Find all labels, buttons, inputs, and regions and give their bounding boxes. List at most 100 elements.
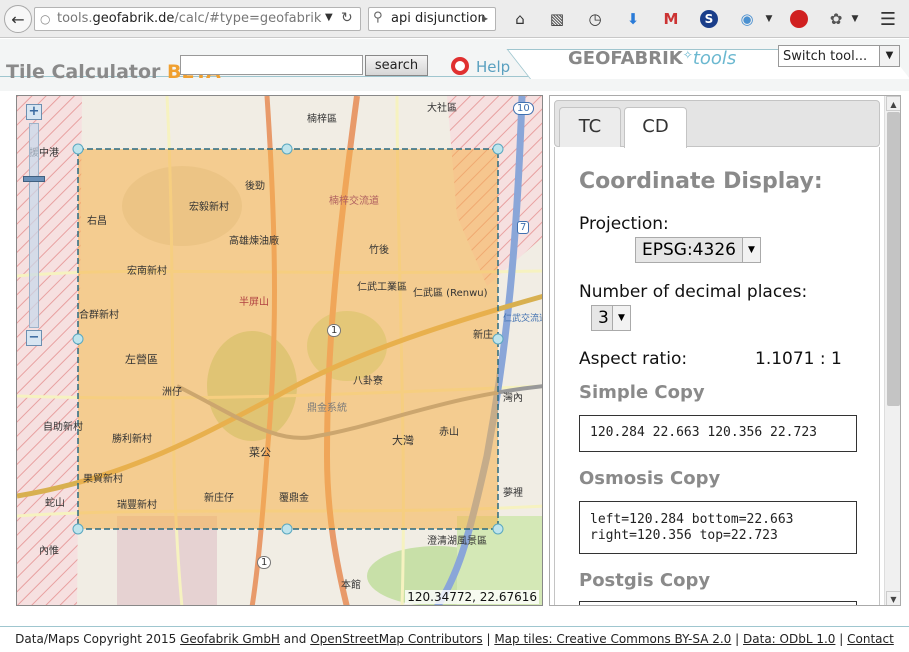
extension-menu-icon[interactable]: ▼ <box>763 6 775 32</box>
hamburger-menu-icon[interactable]: ☰ <box>877 6 899 32</box>
scroll-up-icon[interactable]: ▲ <box>886 96 900 111</box>
map-place-label: 內惟 <box>39 546 59 557</box>
data-license-link[interactable]: Data: ODbL 1.0 <box>743 632 835 646</box>
map-place-label: 灣內 <box>503 393 523 404</box>
map-place-label: 洲仔 <box>162 387 182 398</box>
history-icon[interactable]: ◷ <box>584 6 606 32</box>
switch-tool-select[interactable]: Switch tool... ▼ <box>778 45 900 67</box>
map-tiles-license-link[interactable]: Map tiles: Creative Commons BY-SA 2.0 <box>494 632 731 646</box>
search-icon: ⚲ <box>373 10 383 25</box>
scrollbar-thumb[interactable] <box>887 112 900 406</box>
footer-separator: | <box>839 632 844 646</box>
map-place-label: 仁武交流道 <box>503 314 542 324</box>
copyright-text: Data/Maps Copyright 2015 <box>15 632 177 646</box>
search-go-icon[interactable]: ▸ <box>482 11 488 25</box>
browser-search-bar[interactable]: ⚲ api disjunction ▸ <box>368 7 496 31</box>
osmosis-copy-heading: Osmosis Copy <box>579 468 721 489</box>
osm-contributors-link[interactable]: OpenStreetMap Contributors <box>310 632 482 646</box>
zoom-slider-handle[interactable] <box>23 176 45 182</box>
postgis-copy-heading: Postgis Copy <box>579 570 711 591</box>
map-place-label: 覆鼎金 <box>279 493 309 504</box>
browser-search-text: api disjunction <box>391 11 486 26</box>
map-viewport[interactable]: 楠梓區 大社區 援中港 右昌 宏毅新村 後勁 高雄煉油廠 楠梓交流道 竹後 仁武… <box>16 95 543 606</box>
search-button[interactable]: search <box>365 55 428 76</box>
footer-and-text: and <box>283 632 307 646</box>
s-extension-icon[interactable]: S <box>698 6 720 32</box>
download-icon[interactable]: ⬇ <box>622 6 644 32</box>
globe-icon: ○ <box>40 12 51 26</box>
map-place-label: 鼎金系統 <box>307 403 347 414</box>
map-place-label: 勝利新村 <box>112 434 152 445</box>
tab-tc[interactable]: TC <box>559 107 621 147</box>
lips-extension-icon[interactable] <box>788 6 810 32</box>
map-place-label: 高雄煉油廠 <box>229 236 279 247</box>
map-place-label: 楠梓交流道 <box>329 196 379 207</box>
footer-separator: | <box>486 632 491 646</box>
bookmarks-icon[interactable]: ▧ <box>546 6 568 32</box>
home-icon[interactable]: ⌂ <box>509 6 531 32</box>
extension-menu-icon-2[interactable]: ▼ <box>849 6 861 32</box>
place-search-input[interactable] <box>180 55 363 75</box>
projection-label: Projection: <box>579 214 669 234</box>
map-place-label: 自助新村 <box>43 422 83 433</box>
globe-extension-icon[interactable]: ◉ <box>736 6 758 32</box>
map-place-label: 菜公 <box>249 446 271 459</box>
puzzle-extension-icon[interactable]: ✿ <box>825 6 847 32</box>
decimals-label: Number of decimal places: <box>579 282 808 302</box>
projection-select[interactable]: EPSG:4326 ▼ <box>635 237 761 263</box>
url-dropdown-icon[interactable]: ▼ <box>325 12 333 23</box>
map-place-label: 宏南新村 <box>127 266 167 277</box>
map-place-label: 新庄仔 <box>204 493 234 504</box>
url-text: tools.geofabrik.de/calc/#type=geofabrik <box>57 11 322 26</box>
tab-content: Coordinate Display: Projection: EPSG:432… <box>554 147 880 605</box>
postgis-copy-box[interactable] <box>579 601 857 605</box>
browser-toolbar: ← ○ tools.geofabrik.de/calc/#type=geofab… <box>0 0 909 38</box>
aspect-ratio-label: Aspect ratio: <box>579 349 688 369</box>
map-place-label: 楠梓區 <box>307 114 337 125</box>
aspect-ratio-value: 1.1071 : 1 <box>755 349 842 369</box>
map-place-label: 竹後 <box>369 245 389 256</box>
footer-separator: | <box>735 632 740 646</box>
osmosis-copy-box[interactable]: left=120.284 bottom=22.663 right=120.356… <box>579 501 857 554</box>
simple-copy-heading: Simple Copy <box>579 382 705 403</box>
map-place-label: 合群新村 <box>79 310 119 321</box>
gmail-icon[interactable]: M <box>660 6 682 32</box>
zoom-in-button[interactable]: + <box>26 104 42 120</box>
map-place-label: 左營區 <box>125 353 158 366</box>
route-badge: 10 <box>513 102 534 115</box>
panel-heading: Coordinate Display: <box>579 169 823 194</box>
contact-link[interactable]: Contact <box>847 632 894 646</box>
geofabrik-link[interactable]: Geofabrik GmbH <box>180 632 280 646</box>
route-badge: 7 <box>517 221 530 234</box>
map-place-label: 瑞豐新村 <box>117 500 157 511</box>
tab-cd[interactable]: CD <box>624 107 687 148</box>
back-button[interactable]: ← <box>4 5 32 33</box>
map-place-label: 八卦寮 <box>353 376 383 387</box>
simple-copy-box[interactable]: 120.284 22.663 120.356 22.723 <box>579 415 857 452</box>
selection-rectangle <box>77 148 499 530</box>
zoom-out-button[interactable]: − <box>26 330 42 346</box>
map-place-label: 仁武工業區 <box>357 282 407 293</box>
map-place-label: 後勁 <box>245 181 265 192</box>
map-place-label: 大灣 <box>392 434 414 447</box>
chevron-down-icon: ▼ <box>612 306 630 330</box>
decimals-select[interactable]: 3 ▼ <box>591 305 631 331</box>
geofabrik-logo: GEOFABRIK✧tools <box>568 48 737 69</box>
lifebuoy-help-icon[interactable] <box>451 57 469 75</box>
map-place-label: 赤山 <box>439 427 459 438</box>
panel-scrollbar[interactable]: ▲ ▼ <box>884 96 900 605</box>
map-place-label: 澄清湖風景區 <box>427 536 487 547</box>
map-place-label: 夢裡 <box>503 488 523 499</box>
cursor-coordinates: 120.34772, 22.67616 <box>405 590 539 604</box>
map-place-label: 半屏山 <box>239 297 269 308</box>
chevron-down-icon: ▼ <box>879 46 899 66</box>
scroll-down-icon[interactable]: ▼ <box>886 591 900 605</box>
url-bar[interactable]: ○ tools.geofabrik.de/calc/#type=geofabri… <box>34 7 361 31</box>
map-place-label: 仁武區 (Renwu) <box>413 288 488 299</box>
help-link[interactable]: Help <box>476 58 510 76</box>
map-place-label: 果貿新村 <box>83 474 123 485</box>
zoom-slider-track[interactable] <box>29 123 39 328</box>
map-place-label: 新庄 <box>473 330 493 341</box>
map-place-label: 本館 <box>341 580 361 591</box>
reload-icon[interactable]: ↻ <box>341 10 353 26</box>
